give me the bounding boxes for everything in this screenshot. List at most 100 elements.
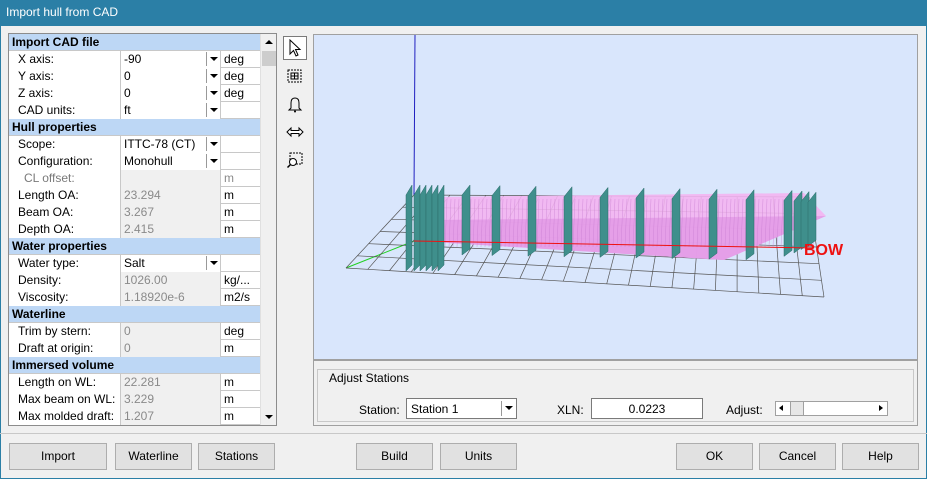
- grid-row: Y axis: 0 deg: [9, 67, 261, 85]
- chevron-down-icon[interactable]: [206, 153, 219, 168]
- stations-button[interactable]: Stations: [198, 443, 275, 470]
- button-bar-separator: [0, 433, 927, 434]
- property-label: CL offset:: [9, 169, 121, 187]
- section-title: Immersed volume: [12, 358, 115, 372]
- pointer-icon: [289, 39, 302, 57]
- property-label: Scope:: [9, 135, 121, 153]
- xln-label: XLN:: [557, 403, 584, 417]
- grid-row: CAD units: ft: [9, 101, 261, 119]
- property-unit: m: [224, 221, 234, 236]
- property-unit: m: [224, 391, 234, 406]
- adjust-stations-group: Adjust Stations Station: Station 1 XLN: …: [317, 369, 914, 422]
- grid-section-header[interactable]: Hull properties: [9, 119, 261, 136]
- scroll-up-arrow-icon[interactable]: [261, 34, 276, 50]
- chevron-down-icon[interactable]: [206, 136, 219, 151]
- grid-row: Trim by stern: 0 deg: [9, 322, 261, 340]
- slider-left-arrow-icon[interactable]: [776, 402, 788, 415]
- grid-scrollbar[interactable]: [260, 34, 276, 425]
- grid-section-header[interactable]: Immersed volume: [9, 357, 261, 374]
- property-value: 1.18920e-6: [121, 288, 221, 306]
- chevron-down-icon[interactable]: [501, 401, 514, 416]
- property-unit: kg/...: [224, 272, 251, 287]
- property-label: CAD units:: [9, 101, 121, 119]
- property-unit: m: [224, 374, 234, 389]
- select-stations-tool[interactable]: [283, 64, 307, 88]
- property-select[interactable]: ITTC-78 (CT): [121, 135, 221, 153]
- property-label: Beam OA:: [9, 203, 121, 221]
- property-select[interactable]: ft: [121, 101, 221, 119]
- adjust-label: Adjust:: [726, 403, 763, 417]
- property-label: Max molded draft:: [9, 407, 121, 425]
- property-value: 23.294: [121, 186, 221, 204]
- waterline-button[interactable]: Waterline: [115, 443, 192, 470]
- property-unit: m: [224, 187, 234, 202]
- property-value: [121, 169, 221, 187]
- chevron-down-icon[interactable]: [206, 68, 219, 83]
- grid-row: Length OA: 23.294 m: [9, 186, 261, 204]
- window-title: Import hull from CAD: [0, 0, 927, 26]
- station-select[interactable]: Station 1: [406, 398, 517, 419]
- grid-row: Scope: ITTC-78 (CT): [9, 135, 261, 153]
- cancel-button[interactable]: Cancel: [759, 443, 836, 470]
- property-value: 2.415: [121, 220, 221, 238]
- section-title: Water properties: [12, 239, 107, 253]
- slider-thumb[interactable]: [790, 402, 804, 415]
- grid-row: Beam OA: 3.267 m: [9, 203, 261, 221]
- property-select[interactable]: -90: [121, 50, 221, 68]
- section-title: Import CAD file: [12, 35, 100, 49]
- adjust-slider[interactable]: [775, 401, 888, 416]
- units-button[interactable]: Units: [440, 443, 517, 470]
- build-button[interactable]: Build: [356, 443, 433, 470]
- property-label: Z axis:: [9, 84, 121, 102]
- property-unit: m: [224, 340, 234, 355]
- grid-section-header[interactable]: Waterline: [9, 306, 261, 323]
- property-value: 1.207: [121, 407, 221, 425]
- xln-input[interactable]: 0.0223: [591, 398, 703, 419]
- property-unit: [221, 102, 261, 119]
- chevron-down-icon[interactable]: [206, 85, 219, 100]
- grid-row: Viscosity: 1.18920e-6 m2/s: [9, 288, 261, 306]
- import-button[interactable]: Import: [9, 443, 107, 470]
- property-select[interactable]: Monohull: [121, 152, 221, 170]
- ok-button[interactable]: OK: [676, 443, 753, 470]
- property-unit: [221, 255, 261, 272]
- hull-3d-render: [345, 35, 826, 298]
- property-unit: [221, 136, 261, 153]
- property-unit: [221, 153, 261, 170]
- property-label: Max beam on WL:: [9, 390, 121, 408]
- scroll-down-arrow-icon[interactable]: [261, 409, 276, 425]
- bow-label: BOW: [804, 242, 844, 259]
- property-select[interactable]: 0: [121, 67, 221, 85]
- view-toolbar: [283, 36, 309, 176]
- adjust-stations-panel: Adjust Stations Station: Station 1 XLN: …: [313, 360, 918, 426]
- property-unit: m: [224, 408, 234, 423]
- bell-tool[interactable]: [283, 92, 307, 116]
- pointer-tool[interactable]: [283, 36, 307, 60]
- property-select[interactable]: 0: [121, 84, 221, 102]
- grid-row: Z axis: 0 deg: [9, 84, 261, 102]
- section-title: Hull properties: [12, 120, 97, 134]
- grid-row: Max beam on WL: 3.229 m: [9, 390, 261, 408]
- pan-tool[interactable]: [283, 120, 307, 144]
- property-unit: deg: [224, 85, 245, 100]
- grid-section-header[interactable]: Water properties: [9, 238, 261, 255]
- slider-right-arrow-icon[interactable]: [875, 402, 887, 415]
- chevron-down-icon[interactable]: [206, 51, 219, 66]
- zoom-region-tool[interactable]: [283, 148, 307, 172]
- bell-icon: [287, 97, 303, 113]
- help-button[interactable]: Help: [842, 443, 919, 470]
- chevron-down-icon[interactable]: [206, 102, 219, 117]
- property-label: Draft at origin:: [9, 339, 121, 357]
- property-grid: Import CAD file X axis: -90 deg Y axis: 0 deg Z…: [8, 33, 277, 426]
- hull-3d-view[interactable]: BOW: [313, 34, 918, 360]
- grid-row: Max molded draft: 1.207 m: [9, 407, 261, 425]
- grid-section-header[interactable]: Import CAD file: [9, 34, 261, 51]
- group-legend: Adjust Stations: [326, 371, 413, 385]
- grid-row: Length on WL: 22.281 m: [9, 373, 261, 391]
- grid-row: CL offset: m: [9, 169, 261, 187]
- property-label: Depth OA:: [9, 220, 121, 238]
- property-label: Density:: [9, 271, 121, 289]
- chevron-down-icon[interactable]: [206, 255, 219, 270]
- scroll-thumb[interactable]: [262, 51, 276, 66]
- property-select[interactable]: Salt: [121, 254, 221, 272]
